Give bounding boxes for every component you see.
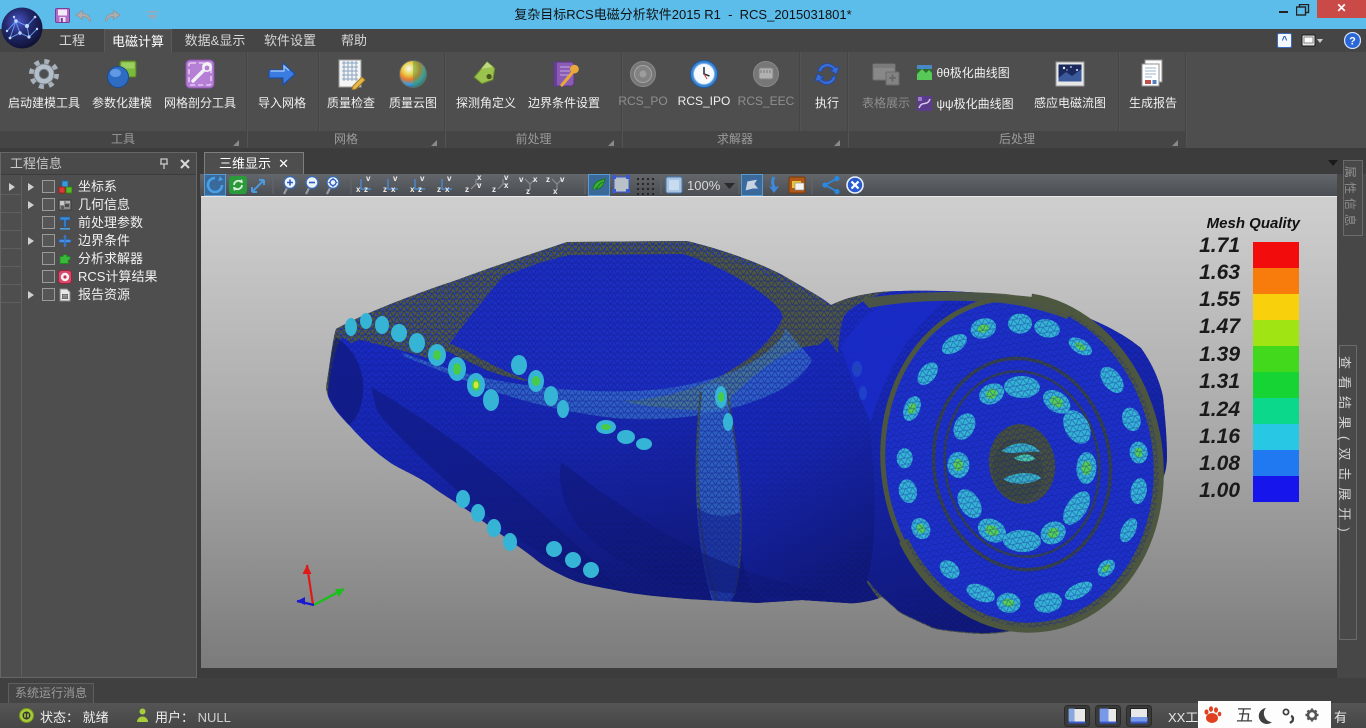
svg-text:v: v — [477, 181, 482, 190]
svg-text:x: x — [533, 175, 538, 184]
svg-text:z: z — [465, 185, 469, 194]
svg-text:z: z — [437, 185, 441, 194]
svg-text:z: z — [418, 185, 422, 194]
svg-text:z: z — [526, 187, 530, 196]
svg-text:100%: 100% — [687, 178, 721, 193]
svg-text:x: x — [356, 185, 361, 194]
svg-text:x: x — [410, 185, 415, 194]
svg-text:v: v — [366, 174, 371, 183]
svg-text:v: v — [447, 174, 452, 183]
svg-text:z: z — [383, 185, 387, 194]
svg-text:v: v — [393, 174, 398, 183]
svg-text:z: z — [492, 185, 496, 194]
svg-text:z: z — [364, 185, 368, 194]
svg-text:z: z — [546, 175, 550, 184]
svg-text:x: x — [445, 185, 450, 194]
svg-text:v: v — [560, 175, 565, 184]
svg-text:v: v — [519, 175, 524, 184]
svg-text:五: 五 — [1236, 706, 1253, 725]
svg-text:?: ? — [1349, 36, 1356, 48]
svg-text:x: x — [391, 185, 396, 194]
svg-text:v: v — [420, 174, 425, 183]
svg-text:x: x — [553, 187, 558, 196]
svg-text:x: x — [504, 181, 509, 190]
